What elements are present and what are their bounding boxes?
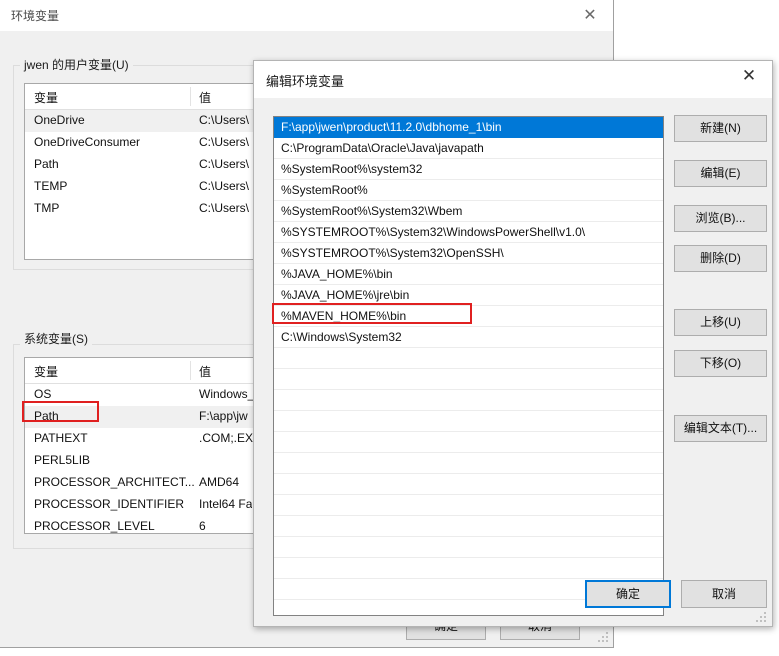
list-item-empty[interactable] [274,558,663,579]
row-variable-name: TMP [34,201,60,215]
row-variable-value: C:\Users\ [199,201,250,215]
row-variable-name: PATHEXT [34,431,88,445]
row-variable-name: OneDrive [34,113,85,127]
list-item-empty[interactable] [274,537,663,558]
user-table-col-value: 值 [199,91,212,105]
row-variable-name: Path [34,157,59,171]
system-table-col-separator [190,361,191,380]
ok-button[interactable]: 确定 [585,580,671,608]
bg-window-titlebar: 环境变量 ✕ [0,0,613,31]
delete-button[interactable]: 删除(D) [674,245,767,272]
row-variable-value: F:\app\jw [199,409,248,423]
cancel-button[interactable]: 取消 [681,580,767,608]
list-item-empty[interactable] [274,369,663,390]
edit-environment-variable-dialog: 编辑环境变量 ✕ F:\app\jwen\product\11.2.0\dbho… [253,60,773,627]
list-item[interactable]: %SystemRoot%\System32\Wbem [274,201,663,222]
screen: 环境变量 ✕ jwen 的用户变量(U) 变量 值 OneDrive C:\Us… [0,0,779,656]
row-variable-name: Path [34,409,59,423]
resize-grip[interactable] [756,612,768,624]
edit-button[interactable]: 编辑(E) [674,160,767,187]
row-variable-name: TEMP [34,179,68,193]
edit-dialog-title: 编辑环境变量 [266,74,345,89]
user-table-col-separator [190,87,191,106]
list-item[interactable]: %SYSTEMROOT%\System32\WindowsPowerShell\… [274,222,663,243]
close-icon[interactable]: ✕ [726,61,772,91]
list-item[interactable]: %MAVEN_HOME%\bin [274,306,663,327]
new-button[interactable]: 新建(N) [674,115,767,142]
bg-window-title: 环境变量 [11,9,60,23]
list-item[interactable]: %SYSTEMROOT%\System32\OpenSSH\ [274,243,663,264]
row-variable-value: .COM;.EX [199,431,254,445]
list-item[interactable]: %SystemRoot% [274,180,663,201]
list-item-empty[interactable] [274,411,663,432]
resize-grip[interactable] [598,632,610,644]
list-item[interactable]: %JAVA_HOME%\jre\bin [274,285,663,306]
user-variables-group-label: jwen 的用户变量(U) [20,56,133,73]
list-item[interactable]: %JAVA_HOME%\bin [274,264,663,285]
list-item-empty[interactable] [274,390,663,411]
system-table-col-name: 变量 [34,365,59,379]
list-item-empty[interactable] [274,348,663,369]
close-icon[interactable]: ✕ [575,3,605,27]
move-up-button[interactable]: 上移(U) [674,309,767,336]
list-item[interactable]: F:\app\jwen\product\11.2.0\dbhome_1\bin [274,117,663,138]
path-entries-list[interactable]: F:\app\jwen\product\11.2.0\dbhome_1\bin … [273,116,664,616]
list-item-empty[interactable] [274,516,663,537]
row-variable-value: Windows_ [199,387,255,401]
row-variable-value: C:\Users\ [199,135,250,149]
list-item-empty[interactable] [274,453,663,474]
list-item-empty[interactable] [274,495,663,516]
edit-text-button[interactable]: 编辑文本(T)... [674,415,767,442]
row-variable-value: 6 [199,519,206,533]
row-variable-value: C:\Users\ [199,113,250,127]
list-item-empty[interactable] [274,432,663,453]
edit-dialog-titlebar: 编辑环境变量 ✕ [254,61,772,98]
row-variable-name: OneDriveConsumer [34,135,141,149]
list-item[interactable]: C:\ProgramData\Oracle\Java\javapath [274,138,663,159]
move-down-button[interactable]: 下移(O) [674,350,767,377]
row-variable-name: PERL5LIB [34,453,91,467]
user-table-col-name: 变量 [34,91,59,105]
system-table-col-value: 值 [199,365,212,379]
browse-button[interactable]: 浏览(B)... [674,205,767,232]
row-variable-value: C:\Users\ [199,157,250,171]
list-item-empty[interactable] [274,474,663,495]
row-variable-name: PROCESSOR_ARCHITECT... [34,475,195,489]
row-variable-value: C:\Users\ [199,179,250,193]
row-variable-name: OS [34,387,52,401]
row-variable-name: PROCESSOR_LEVEL [34,519,155,533]
list-item[interactable]: C:\Windows\System32 [274,327,663,348]
system-variables-group-label: 系统变量(S) [20,330,92,347]
row-variable-value: AMD64 [199,475,240,489]
row-variable-name: PROCESSOR_IDENTIFIER [34,497,185,511]
row-variable-value: Intel64 Fa [199,497,253,511]
list-item[interactable]: %SystemRoot%\system32 [274,159,663,180]
